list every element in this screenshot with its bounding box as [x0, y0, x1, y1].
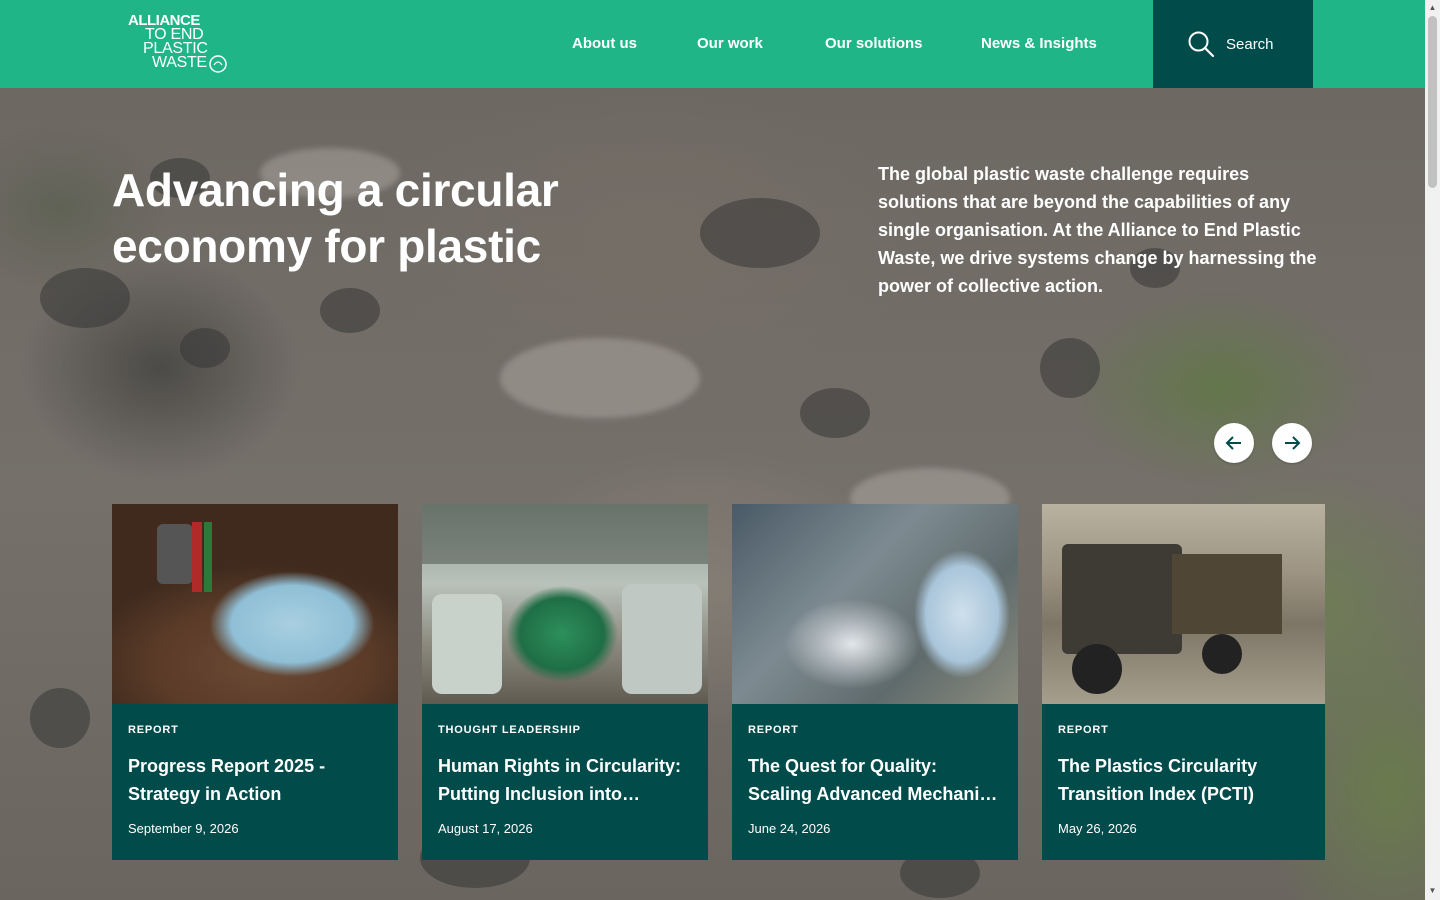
alliance-logo[interactable]: ALLIANCE TO END PLASTIC WASTE: [128, 13, 238, 74]
search-label: Search: [1226, 35, 1274, 53]
card-date: June 24, 2026: [748, 821, 831, 836]
card-image-tractor-landfill: [1042, 504, 1325, 704]
card-tag: THOUGHT LEADERSHIP: [438, 724, 581, 736]
card-tag: REPORT: [128, 724, 179, 736]
arrow-left-icon: [1225, 436, 1241, 450]
scroll-down-icon[interactable]: ▼: [1428, 886, 1437, 895]
scroll-thumb[interactable]: [1428, 16, 1437, 188]
card-title: The Plastics Circularity Transition Inde…: [1058, 756, 1258, 804]
card-title: Human Rights in Circularity: Putting Inc…: [438, 756, 682, 804]
nav-about-us[interactable]: About us: [572, 35, 637, 52]
card-title: Progress Report 2025 - Strategy in Actio…: [128, 756, 326, 804]
nav-our-solutions[interactable]: Our solutions: [825, 35, 923, 52]
card-tag: REPORT: [748, 724, 799, 736]
hero-title: Advancing a circular economy for plastic: [112, 164, 559, 272]
article-card[interactable]: THOUGHT LEADERSHIP Human Rights in Circu…: [422, 504, 708, 860]
hero-section: Advancing a circular economy for plastic…: [0, 88, 1425, 900]
page-scrollbar[interactable]: ▲ ▼: [1425, 0, 1440, 900]
card-date: August 17, 2026: [438, 821, 533, 836]
logo-mark-icon: [209, 55, 227, 73]
nav-our-work[interactable]: Our work: [697, 35, 763, 52]
card-date: September 9, 2026: [128, 821, 239, 836]
scroll-up-icon[interactable]: ▲: [1428, 3, 1437, 12]
carousel-next-button[interactable]: [1272, 423, 1312, 463]
article-card[interactable]: REPORT The Plastics Circularity Transiti…: [1042, 504, 1325, 860]
card-date: May 26, 2026: [1058, 821, 1137, 836]
site-header: ALLIANCE TO END PLASTIC WASTE About us O…: [0, 0, 1425, 88]
carousel-prev-button[interactable]: [1214, 423, 1254, 463]
arrow-right-icon: [1285, 436, 1301, 450]
card-image-recycling-workers: [422, 504, 708, 704]
article-card[interactable]: REPORT Progress Report 2025 - Strategy i…: [112, 504, 398, 860]
card-tag: REPORT: [1058, 724, 1109, 736]
nav-news-insights[interactable]: News & Insights: [981, 35, 1097, 52]
card-image-plastic-waste: [732, 504, 1018, 704]
search-icon: [1188, 31, 1215, 58]
article-card[interactable]: REPORT The Quest for Quality: Scaling Ad…: [732, 504, 1018, 860]
card-title: The Quest for Quality: Scaling Advanced …: [748, 756, 998, 804]
hero-description: The global plastic waste challenge requi…: [878, 164, 1317, 296]
card-image-plastic-pellets: [112, 504, 398, 704]
search-button[interactable]: Search: [1153, 0, 1313, 88]
